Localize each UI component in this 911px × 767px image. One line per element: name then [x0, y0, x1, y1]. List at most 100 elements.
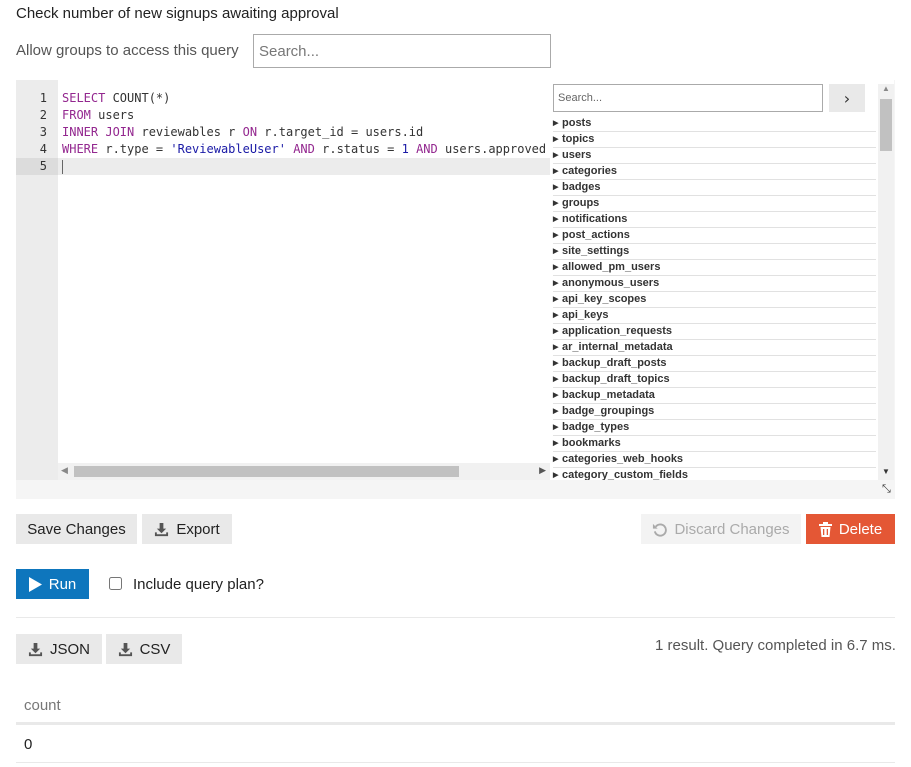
code-token: FROM: [62, 108, 91, 122]
schema-table-item[interactable]: ▶ badge_types: [553, 420, 876, 436]
export-button[interactable]: Export: [142, 514, 232, 544]
expand-triangle-icon: ▶: [553, 168, 559, 175]
schema-table-name: posts: [562, 117, 592, 129]
schema-table-item[interactable]: ▶ site_settings: [553, 244, 876, 260]
editor-gutter: 1 2 3 4 5: [16, 80, 58, 480]
schema-table-name: badges: [562, 181, 601, 193]
expand-triangle-icon: ▶: [553, 120, 559, 127]
schema-table-name: api_keys: [562, 309, 609, 321]
text-cursor: [62, 160, 63, 174]
schema-table-name: categories_web_hooks: [562, 453, 684, 465]
schema-table-item[interactable]: ▶ categories: [553, 164, 876, 180]
expand-triangle-icon: ▶: [553, 440, 559, 447]
scroll-up-icon[interactable]: ▲: [882, 84, 890, 93]
download-icon: [155, 522, 169, 536]
code-token: users: [90, 108, 135, 122]
expand-triangle-icon: ▶: [553, 264, 559, 271]
sql-code-editor[interactable]: SELECT COUNT(*) FROM users INNER JOIN revi…: [58, 80, 550, 480]
result-cell: 0: [24, 736, 33, 753]
expand-triangle-icon: ▶: [553, 392, 559, 399]
delete-button[interactable]: Delete: [806, 514, 895, 544]
expand-triangle-icon: ▶: [553, 280, 559, 287]
code-line: WHERE r.type = 'ReviewableUser' AND r.st…: [62, 141, 546, 158]
export-label: Export: [176, 520, 220, 538]
expand-triangle-icon: ▶: [553, 376, 559, 383]
include-query-plan-checkbox[interactable]: [109, 577, 122, 590]
schema-table-name: bookmarks: [562, 437, 621, 449]
schema-table-item[interactable]: ▶ allowed_pm_users: [553, 260, 876, 276]
json-label: JSON: [49, 640, 90, 658]
download-csv-button[interactable]: CSV: [106, 634, 182, 664]
result-column-header: count: [24, 697, 61, 714]
line-number: 4: [39, 142, 47, 156]
download-icon: [118, 642, 132, 656]
schema-table-item[interactable]: ▶ topics: [553, 132, 876, 148]
code-token: 'ReviewableUser': [170, 142, 286, 156]
schema-table-item[interactable]: ▶ ar_internal_metadata: [553, 340, 876, 356]
schema-search-input[interactable]: [553, 84, 823, 112]
code-token: reviewables r: [134, 125, 243, 139]
schema-table-item[interactable]: ▶ application_requests: [553, 324, 876, 340]
expand-triangle-icon: ▶: [553, 360, 559, 367]
code-token: r.status =: [314, 142, 402, 156]
line-number: 5: [39, 159, 47, 173]
schema-table-name: ar_internal_metadata: [562, 341, 673, 353]
discard-changes-button[interactable]: Discard Changes: [641, 514, 801, 544]
result-header-rule: [16, 722, 895, 725]
schema-search-go-button[interactable]: ›: [829, 84, 865, 112]
schema-table-name: notifications: [562, 213, 628, 225]
schema-table-item[interactable]: ▶ category_custom_fields: [553, 468, 876, 480]
schema-table-name: categories: [562, 165, 618, 177]
expand-triangle-icon: ▶: [553, 312, 559, 319]
schema-table-item[interactable]: ▶ api_key_scopes: [553, 292, 876, 308]
section-divider: [16, 617, 895, 618]
csv-label: CSV: [139, 640, 171, 658]
schema-table-item[interactable]: ▶ posts: [553, 116, 876, 132]
code-token: COUNT(*): [105, 91, 171, 105]
schema-table-name: post_actions: [562, 229, 630, 241]
schema-table-item[interactable]: ▶ groups: [553, 196, 876, 212]
play-icon: [28, 576, 42, 592]
groups-search-input[interactable]: [253, 34, 551, 68]
scroll-left-icon[interactable]: ◀: [61, 465, 68, 476]
schema-table-item[interactable]: ▶ backup_metadata: [553, 388, 876, 404]
schema-vertical-scrollbar[interactable]: ▲ ▼: [878, 84, 894, 480]
code-token: 1: [401, 142, 409, 156]
schema-table-item[interactable]: ▶ notifications: [553, 212, 876, 228]
expand-triangle-icon: ▶: [553, 328, 559, 335]
run-button[interactable]: Run: [16, 569, 89, 599]
scroll-right-icon[interactable]: ▶: [539, 465, 546, 476]
code-token: SELECT: [62, 91, 106, 105]
code-line: FROM users: [62, 107, 134, 124]
expand-triangle-icon: ▶: [553, 408, 559, 415]
code-token: ON: [242, 125, 258, 139]
chevron-right-icon: ›: [843, 88, 851, 108]
schema-table-item[interactable]: ▶ categories_web_hooks: [553, 452, 876, 468]
schema-table-item[interactable]: ▶ bookmarks: [553, 436, 876, 452]
expand-triangle-icon: ▶: [553, 472, 559, 479]
schema-table-item[interactable]: ▶ backup_draft_posts: [553, 356, 876, 372]
schema-table-name: api_key_scopes: [562, 293, 647, 305]
schema-table-name: anonymous_users: [562, 277, 660, 289]
editor-horizontal-scrollbar[interactable]: ◀ ▶: [58, 463, 550, 480]
schema-table-item[interactable]: ▶ badge_groupings: [553, 404, 876, 420]
result-row-rule: [16, 762, 895, 763]
download-json-button[interactable]: JSON: [16, 634, 102, 664]
horizontal-scroll-thumb[interactable]: [74, 466, 459, 477]
save-changes-button[interactable]: Save Changes: [16, 514, 137, 544]
resize-handle-icon[interactable]: ⤡: [882, 483, 891, 496]
scroll-down-icon[interactable]: ▼: [882, 467, 890, 476]
schema-table-item[interactable]: ▶ api_keys: [553, 308, 876, 324]
include-query-plan-label[interactable]: Include query plan?: [133, 576, 264, 593]
schema-table-item[interactable]: ▶ badges: [553, 180, 876, 196]
schema-table-name: topics: [562, 133, 595, 145]
code-token: AND: [416, 142, 438, 156]
schema-table-name: backup_draft_posts: [562, 357, 667, 369]
schema-table-item[interactable]: ▶ users: [553, 148, 876, 164]
schema-table-item[interactable]: ▶ backup_draft_topics: [553, 372, 876, 388]
schema-table-name: badge_types: [562, 421, 630, 433]
schema-table-item[interactable]: ▶ anonymous_users: [553, 276, 876, 292]
query-description: Check number of new signups awaiting app…: [16, 5, 339, 22]
schema-table-item[interactable]: ▶ post_actions: [553, 228, 876, 244]
vertical-scroll-thumb[interactable]: [880, 99, 892, 151]
